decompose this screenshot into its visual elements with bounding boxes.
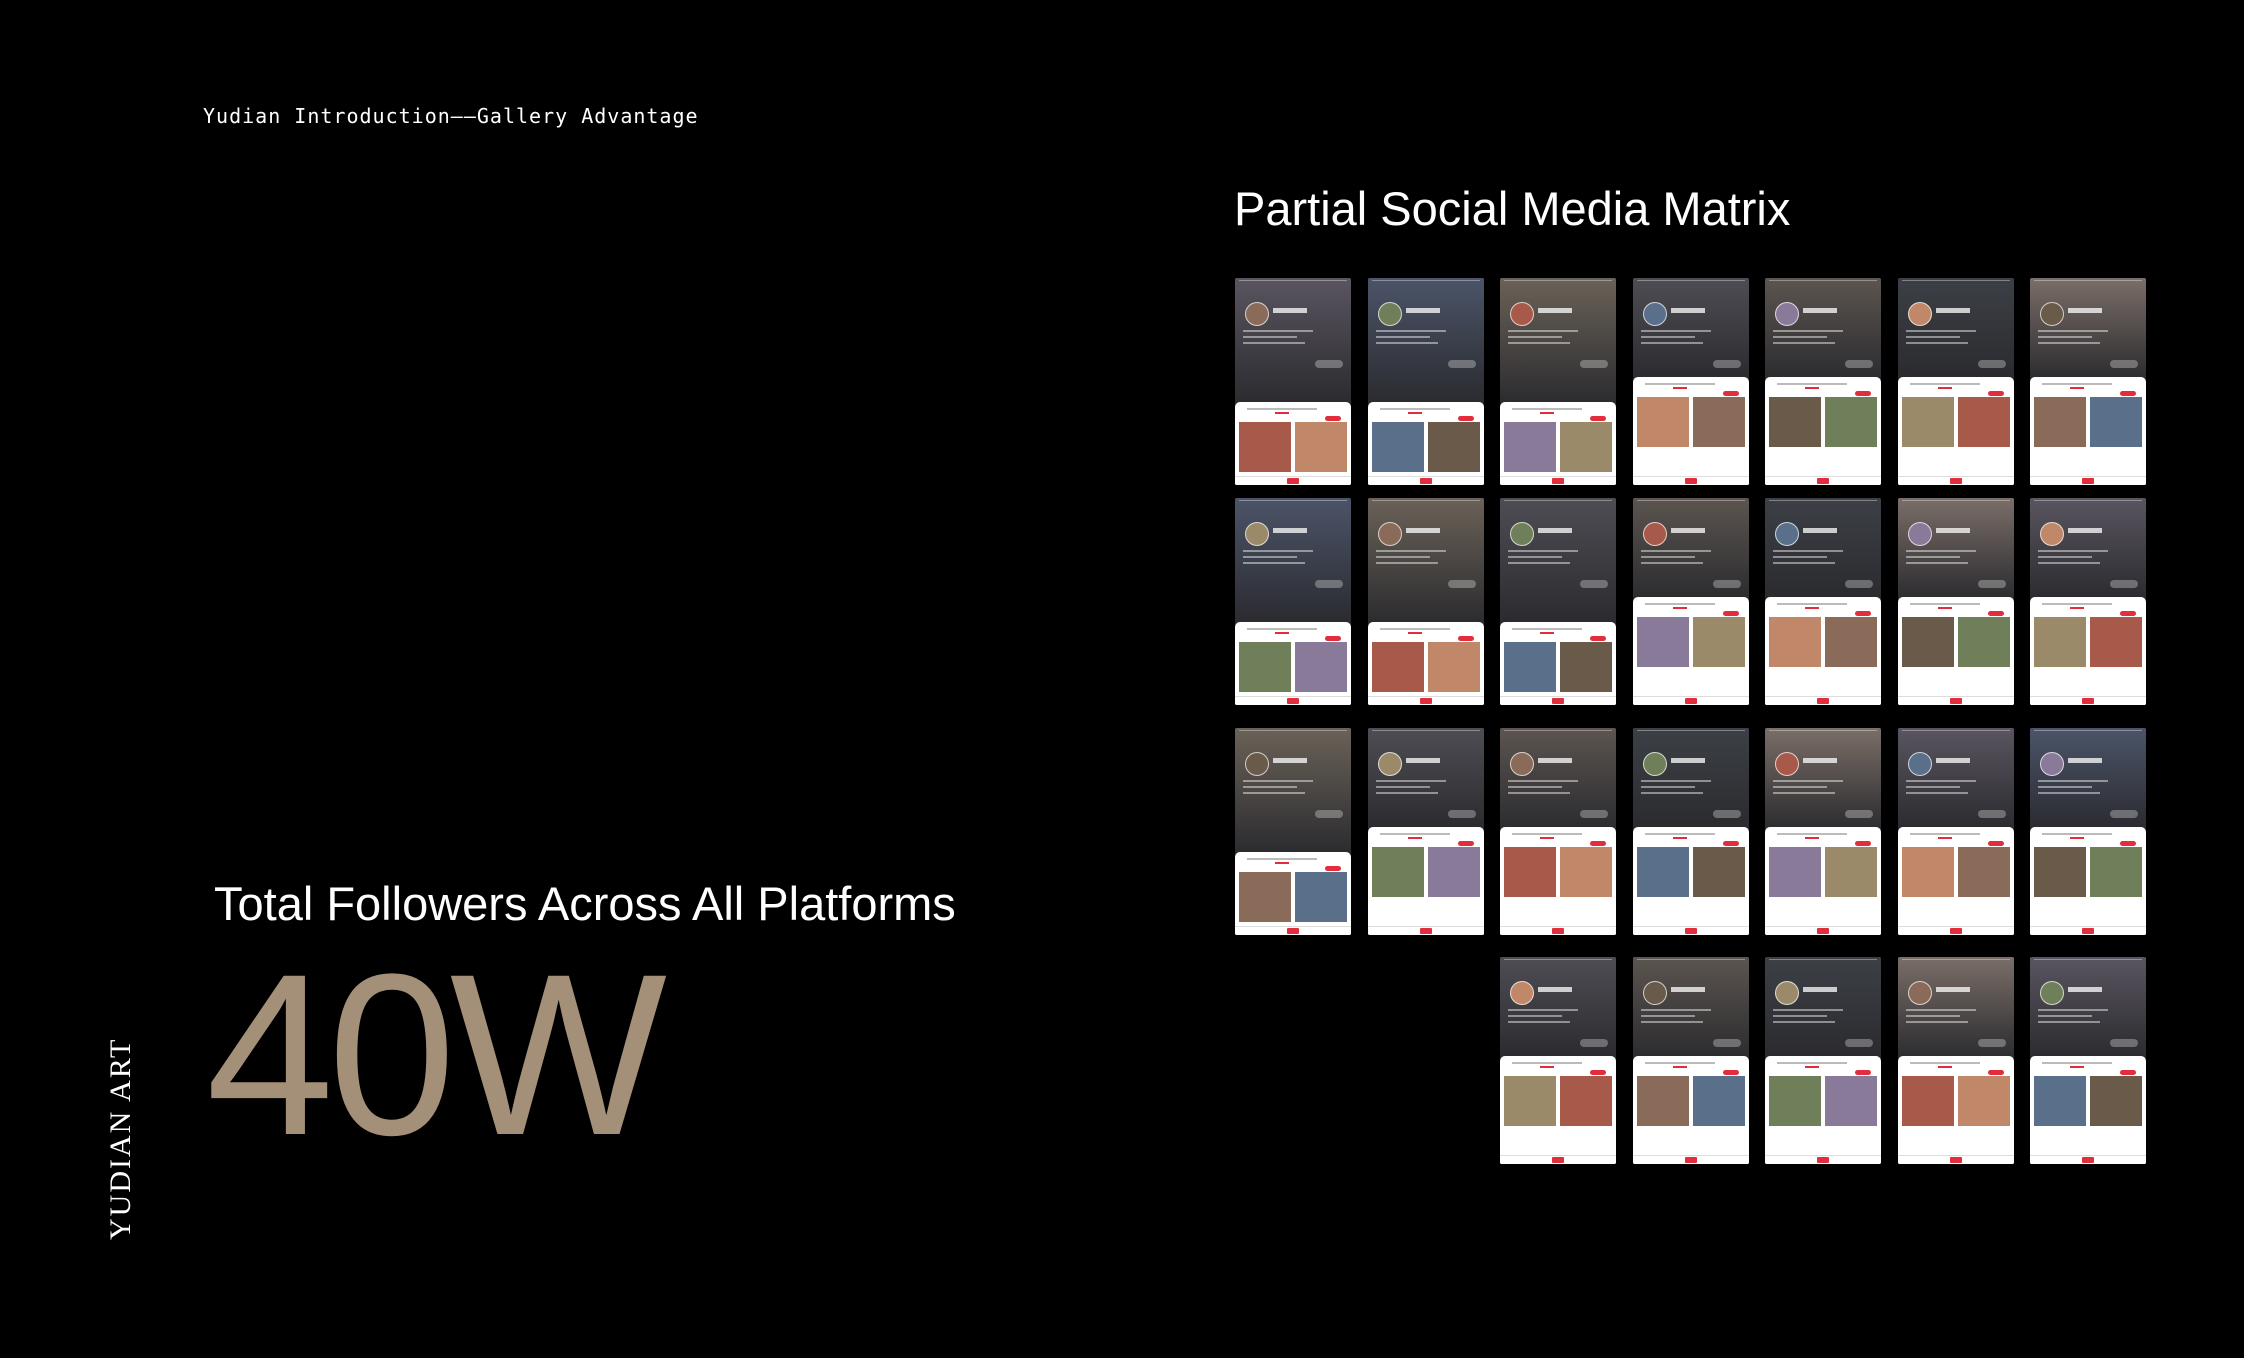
- avatar: [1642, 981, 1667, 1005]
- followers-title: Total Followers Across All Platforms: [214, 877, 956, 930]
- profile-screenshot: [2030, 498, 2146, 705]
- avatar: [1642, 752, 1667, 776]
- profile-screenshot: [1235, 728, 1351, 935]
- profile-screenshot: [1235, 278, 1351, 485]
- profile-screenshot: [1897, 728, 2014, 935]
- avatar: [1510, 752, 1534, 776]
- profile-screenshot: [1765, 728, 1881, 935]
- avatar: [2040, 752, 2064, 776]
- matrix-title: Partial Social Media Matrix: [1234, 182, 1791, 235]
- avatar: [2040, 302, 2064, 326]
- avatar: [1377, 752, 1402, 776]
- profile-screenshot: [1500, 498, 1616, 705]
- profile-screenshot: [2030, 728, 2146, 935]
- profile-screenshot: [1897, 498, 2014, 705]
- followers-count: 40W: [206, 926, 667, 1183]
- profile-screenshot: [1500, 728, 1616, 935]
- avatar: [1775, 302, 1799, 326]
- avatar: [1245, 522, 1269, 546]
- avatar: [1245, 752, 1269, 776]
- profile-screenshot: [1765, 498, 1881, 705]
- avatar: [1642, 522, 1667, 546]
- avatar: [1775, 752, 1799, 776]
- profile-screenshot: [1500, 278, 1616, 485]
- avatar: [1510, 302, 1534, 326]
- profile-screenshot: [1897, 278, 2014, 485]
- avatar: [1510, 522, 1534, 546]
- profile-screenshot: [1235, 498, 1351, 705]
- breadcrumb: Yudian Introduction——Gallery Advantage: [203, 104, 699, 128]
- profile-screenshot: [1765, 278, 1881, 485]
- profile-screenshot: [1765, 957, 1881, 1164]
- profile-screenshot: [2030, 278, 2146, 485]
- profile-screenshot: [1632, 278, 1749, 485]
- brand-vertical-label: YUDIAN ART: [104, 1037, 137, 1240]
- profile-screenshot: [1500, 957, 1616, 1164]
- avatar: [1775, 981, 1799, 1005]
- profile-screenshot: [1632, 498, 1749, 705]
- avatar: [1510, 981, 1534, 1005]
- avatar: [1642, 302, 1667, 326]
- profile-screenshot: [1367, 498, 1484, 705]
- avatar: [1907, 981, 1932, 1005]
- avatar: [2040, 522, 2064, 546]
- profile-screenshot: [1367, 278, 1484, 485]
- avatar: [1907, 302, 1932, 326]
- avatar: [1377, 522, 1402, 546]
- avatar: [1907, 522, 1932, 546]
- profile-screenshot: [1632, 728, 1749, 935]
- profile-screenshot: [1897, 957, 2014, 1164]
- profile-screenshot: [1367, 728, 1484, 935]
- avatar: [1245, 302, 1269, 326]
- profile-screenshot: [2030, 957, 2146, 1164]
- avatar: [1377, 302, 1402, 326]
- avatar: [2040, 981, 2064, 1005]
- avatar: [1907, 752, 1932, 776]
- avatar: [1775, 522, 1799, 546]
- profile-screenshot: [1632, 957, 1749, 1164]
